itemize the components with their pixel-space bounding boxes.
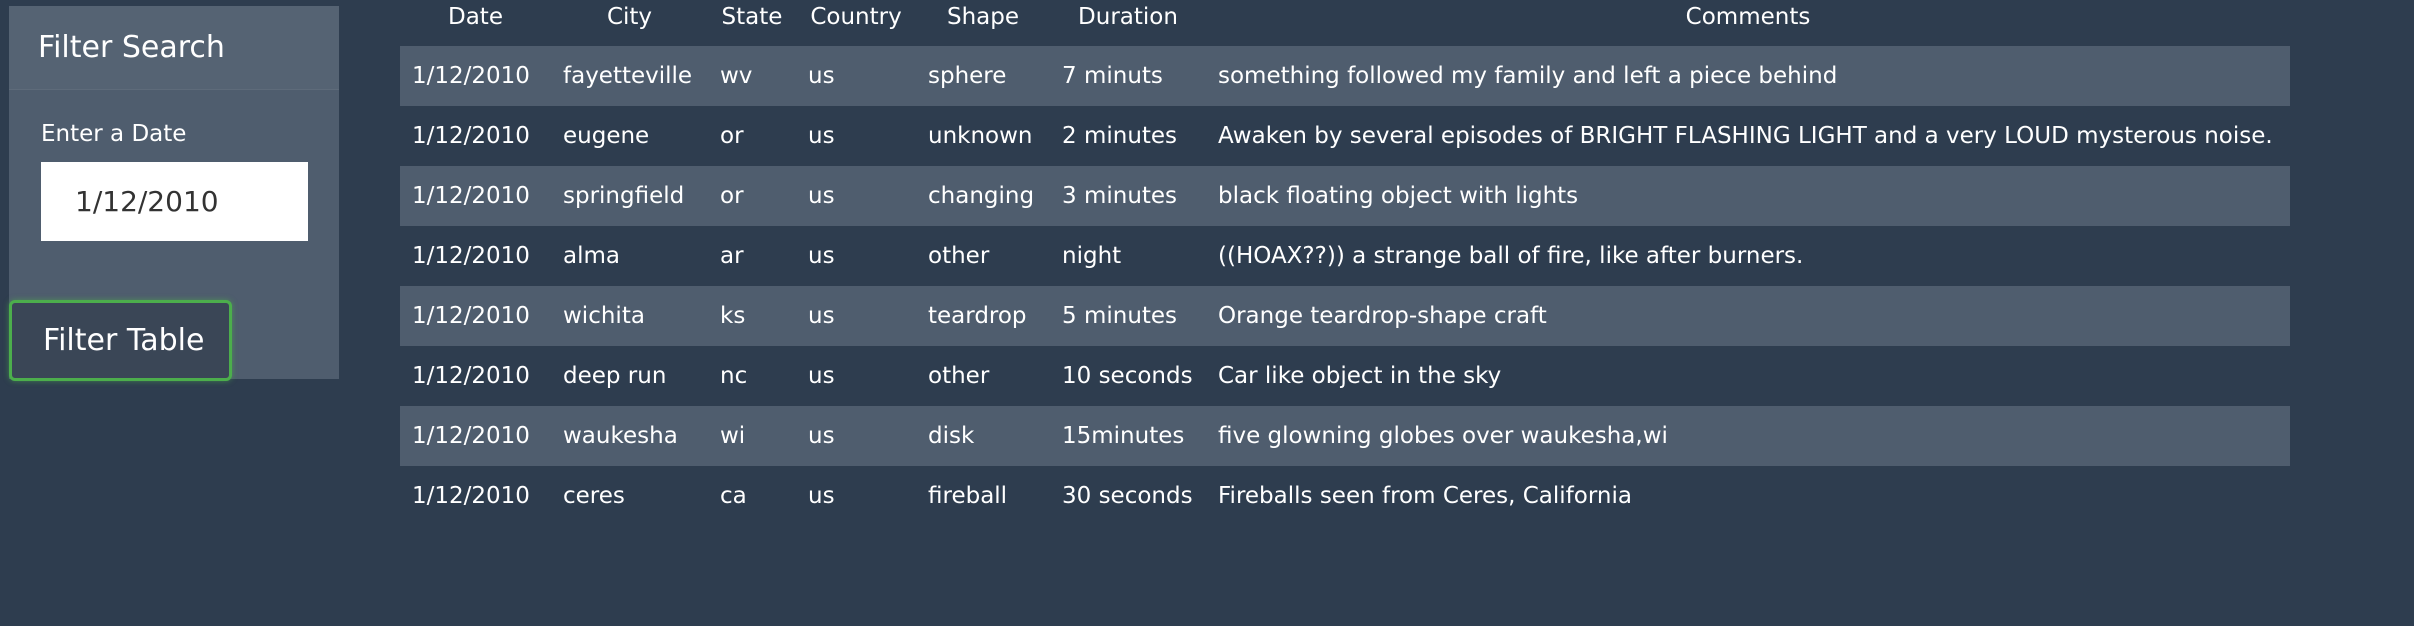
cell-state: or bbox=[720, 123, 744, 149]
cell-country: us bbox=[808, 243, 835, 269]
date-label: Enter a Date bbox=[41, 121, 187, 147]
cell-date: 1/12/2010 bbox=[412, 183, 530, 209]
cell-shape: unknown bbox=[928, 123, 1033, 149]
cell-date: 1/12/2010 bbox=[412, 243, 530, 269]
cell-comments: ((HOAX??)) a strange ball of fire, like … bbox=[1218, 243, 1804, 269]
cell-state: or bbox=[720, 183, 744, 209]
date-input[interactable] bbox=[41, 162, 308, 241]
table-row: 1/12/2010 ceres ca us fireball 30 second… bbox=[400, 466, 2290, 526]
cell-country: us bbox=[808, 363, 835, 389]
cell-state: ks bbox=[720, 303, 746, 329]
cell-shape: teardrop bbox=[928, 303, 1027, 329]
table-row: 1/12/2010 waukesha wi us disk 15minutes … bbox=[400, 406, 2290, 466]
column-header-shape: Shape bbox=[946, 4, 1020, 30]
table-row: 1/12/2010 fayetteville wv us sphere 7 mi… bbox=[400, 40, 2290, 106]
cell-city: wichita bbox=[563, 303, 645, 329]
cell-state: ca bbox=[720, 483, 747, 509]
table-row: 1/12/2010 deep run nc us other 10 second… bbox=[400, 346, 2290, 406]
cell-duration: 5 minutes bbox=[1062, 303, 1178, 329]
cell-date: 1/12/2010 bbox=[412, 423, 530, 449]
cell-shape: disk bbox=[928, 423, 975, 449]
cell-state: ar bbox=[720, 243, 744, 269]
cell-country: us bbox=[808, 483, 835, 509]
table-row: 1/12/2010 wichita ks us teardrop 5 minut… bbox=[400, 286, 2290, 346]
table-row: 1/12/2010 alma ar us other night ((HOAX?… bbox=[400, 226, 2290, 286]
cell-shape: sphere bbox=[928, 63, 1007, 89]
column-header-date: Date bbox=[448, 4, 503, 30]
ufo-table: Date City State Country Shape Duration C… bbox=[400, 0, 2290, 526]
cell-city: ceres bbox=[563, 483, 625, 509]
cell-duration: 3 minutes bbox=[1062, 183, 1178, 209]
column-header-city: City bbox=[606, 4, 653, 30]
table-body: 1/12/2010 fayetteville wv us sphere 7 mi… bbox=[400, 40, 2290, 526]
cell-country: us bbox=[808, 123, 835, 149]
cell-duration: 2 minutes bbox=[1062, 123, 1178, 149]
cell-comments: five glowning globes over waukesha,wi bbox=[1218, 423, 1668, 449]
cell-country: us bbox=[808, 303, 835, 329]
cell-date: 1/12/2010 bbox=[412, 123, 530, 149]
table-header-row: Date City State Country Shape Duration C… bbox=[400, 0, 2290, 40]
cell-country: us bbox=[808, 63, 835, 89]
filter-sidebar: Filter Search Enter a Date Filter Table bbox=[9, 6, 339, 381]
cell-city: fayetteville bbox=[563, 63, 693, 89]
table-header: Date City State Country Shape Duration C… bbox=[400, 0, 2290, 40]
cell-shape: changing bbox=[928, 183, 1035, 209]
cell-date: 1/12/2010 bbox=[412, 363, 530, 389]
cell-city: deep run bbox=[563, 363, 667, 389]
cell-city: alma bbox=[563, 243, 620, 269]
cell-country: us bbox=[808, 183, 835, 209]
cell-date: 1/12/2010 bbox=[412, 303, 530, 329]
cell-state: wv bbox=[720, 63, 753, 89]
cell-duration: 10 seconds bbox=[1062, 363, 1193, 389]
cell-shape: other bbox=[928, 243, 990, 269]
cell-country: us bbox=[808, 423, 835, 449]
table-row: 1/12/2010 eugene or us unknown 2 minutes… bbox=[400, 106, 2290, 166]
cell-date: 1/12/2010 bbox=[412, 63, 530, 89]
cell-comments: something followed my family and left a … bbox=[1218, 63, 1838, 89]
cell-duration: night bbox=[1062, 243, 1122, 269]
cell-date: 1/12/2010 bbox=[412, 483, 530, 509]
column-header-state: State bbox=[721, 4, 783, 30]
cell-comments: Orange teardrop-shape craft bbox=[1218, 303, 1547, 329]
cell-city: springfield bbox=[563, 183, 685, 209]
cell-comments: black floating object with lights bbox=[1218, 183, 1579, 209]
column-header-comments: Comments bbox=[1685, 4, 1811, 30]
column-header-duration: Duration bbox=[1078, 4, 1178, 30]
cell-duration: 30 seconds bbox=[1062, 483, 1193, 509]
table-row: 1/12/2010 springfield or us changing 3 m… bbox=[400, 166, 2290, 226]
column-header-country: Country bbox=[810, 4, 902, 30]
cell-duration: 7 minuts bbox=[1062, 63, 1163, 89]
cell-state: wi bbox=[720, 423, 746, 449]
cell-state: nc bbox=[720, 363, 748, 389]
sidebar-title: Filter Search bbox=[9, 6, 339, 90]
cell-comments: Awaken by several episodes of BRIGHT FLA… bbox=[1218, 123, 2273, 149]
cell-shape: other bbox=[928, 363, 990, 389]
filter-table-button[interactable]: Filter Table bbox=[9, 300, 232, 381]
cell-city: waukesha bbox=[563, 423, 678, 449]
cell-comments: Fireballs seen from Ceres, California bbox=[1218, 483, 1632, 509]
cell-duration: 15minutes bbox=[1062, 423, 1185, 449]
cell-shape: fireball bbox=[928, 483, 1008, 509]
cell-comments: Car like object in the sky bbox=[1218, 363, 1502, 389]
cell-city: eugene bbox=[563, 123, 650, 149]
